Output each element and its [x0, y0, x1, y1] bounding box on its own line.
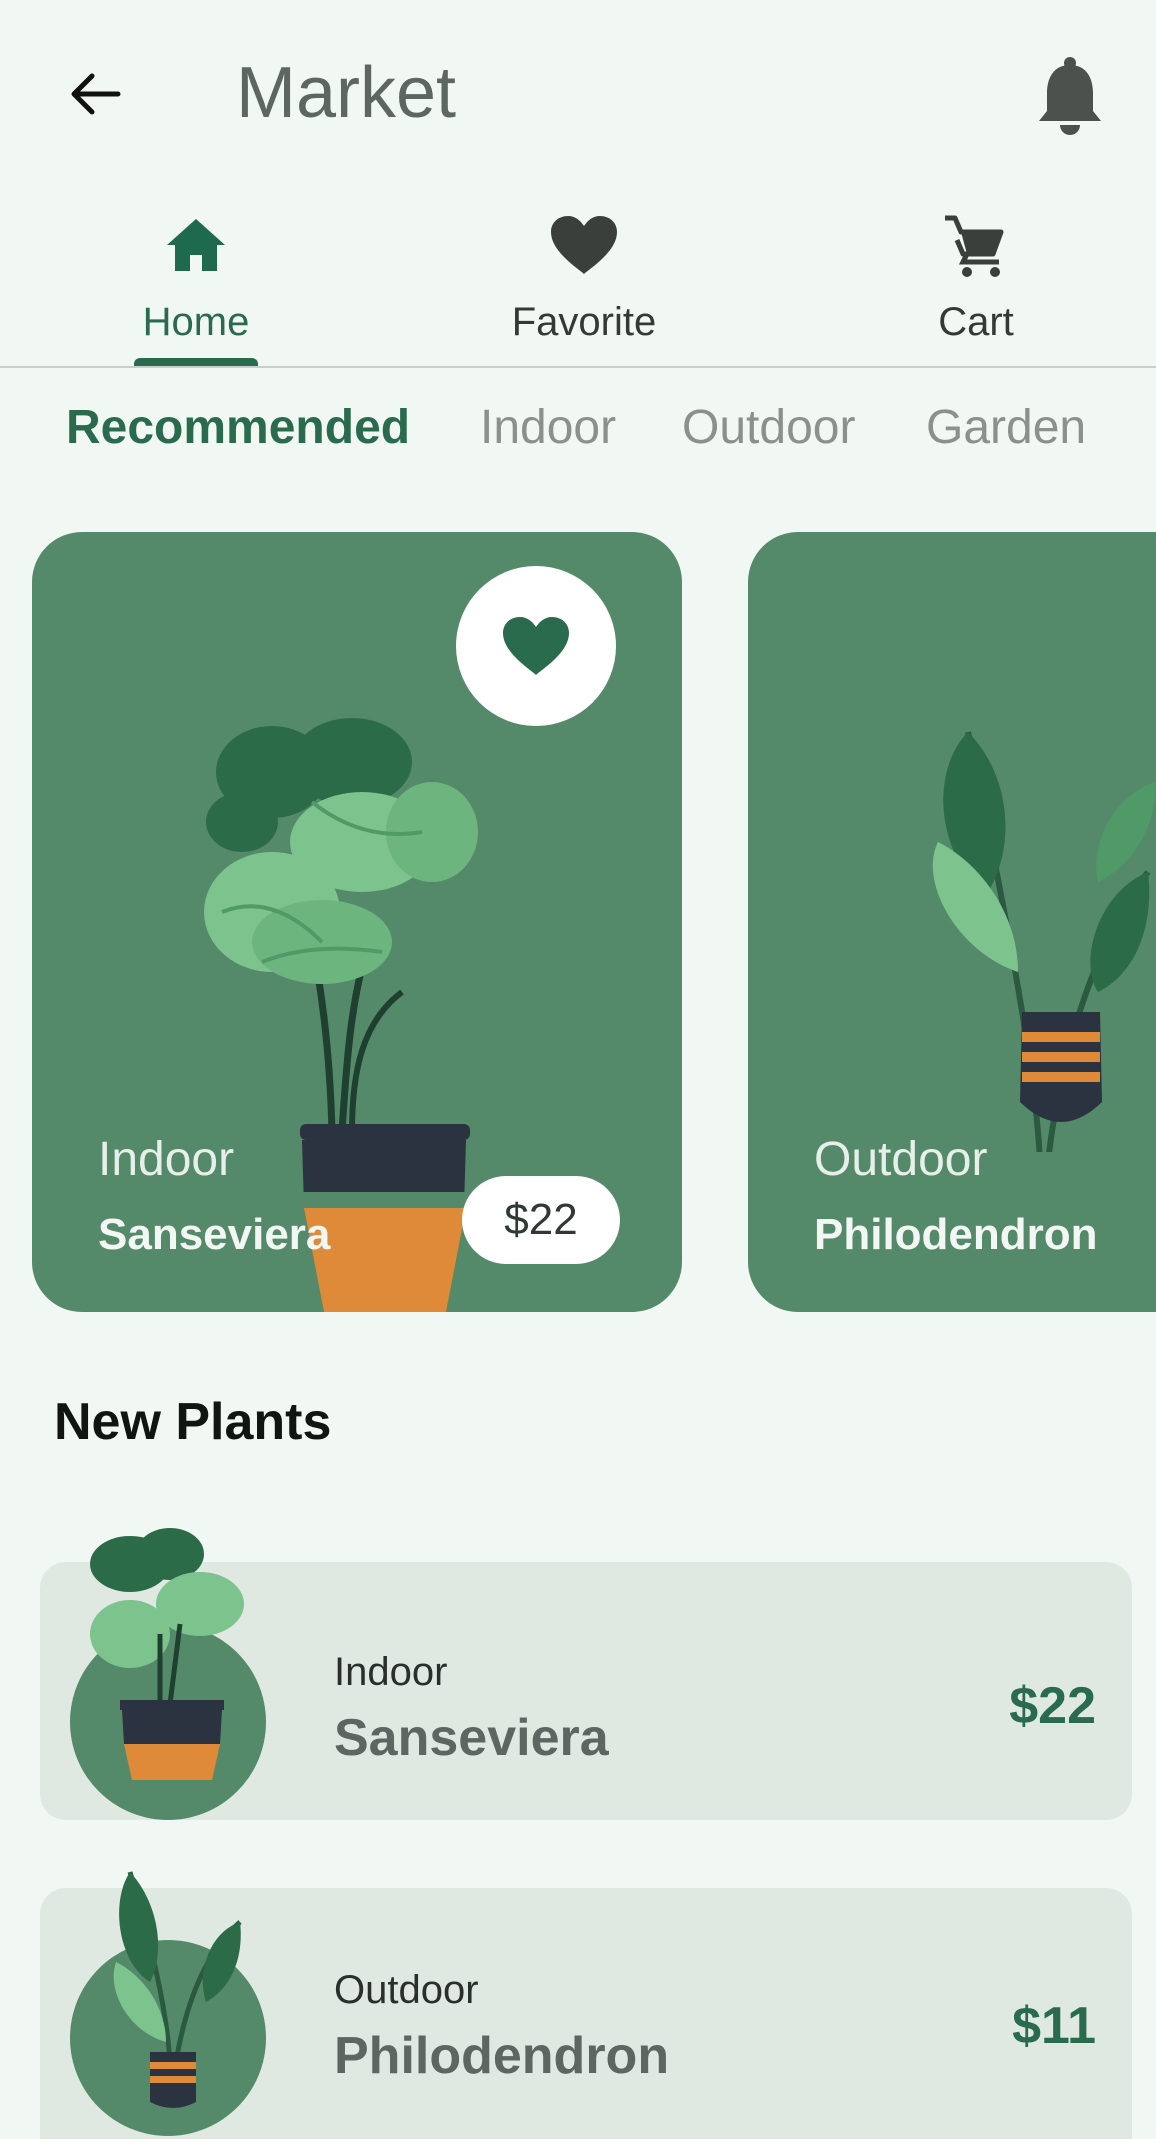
- category-outdoor[interactable]: Outdoor: [682, 400, 855, 455]
- card-price-badge: $22: [462, 1176, 620, 1264]
- plant-list-item[interactable]: Indoor Sanseviera $22: [40, 1528, 1132, 1820]
- list-item-category: Outdoor: [334, 1968, 479, 2012]
- list-item-category: Indoor: [334, 1650, 448, 1694]
- section-title-new-plants: New Plants: [54, 1393, 332, 1451]
- list-item-price: $11: [1012, 1997, 1096, 2055]
- list-item-name: Philodendron: [334, 2027, 670, 2085]
- card-plant-name: Philodendron: [814, 1210, 1098, 1259]
- striped-pot: [1020, 1012, 1102, 1122]
- card-category: Outdoor: [814, 1133, 988, 1186]
- tabs-divider: [0, 366, 1156, 368]
- heart-icon: [551, 216, 617, 274]
- card-plant-name: Sanseviera: [98, 1210, 331, 1259]
- tab-favorite-label: Favorite: [511, 300, 657, 344]
- arrow-left-icon: [71, 73, 121, 115]
- plant-illustration: [204, 718, 478, 1192]
- list-item-price: $22: [1009, 1677, 1096, 1735]
- category-recommended[interactable]: Recommended: [66, 400, 410, 455]
- plant-list-item[interactable]: Outdoor Philodendron $11: [40, 1871, 1132, 2139]
- plant-thumbnail-illustration: [90, 1528, 244, 1780]
- featured-card[interactable]: Outdoor Philodendron: [748, 532, 1156, 1312]
- tab-home[interactable]: Home: [76, 200, 316, 364]
- page-title: Market: [236, 53, 457, 133]
- tab-favorite[interactable]: Favorite: [464, 200, 704, 364]
- category-indoor[interactable]: Indoor: [480, 400, 616, 455]
- cart-icon: [945, 215, 1004, 277]
- featured-card[interactable]: Indoor Sanseviera $22: [32, 532, 682, 1312]
- tab-cart[interactable]: Cart: [856, 200, 1096, 364]
- category-garden[interactable]: Garden: [926, 400, 1086, 455]
- tab-home-label: Home: [142, 300, 250, 344]
- heart-icon: [503, 617, 569, 675]
- home-icon: [167, 219, 225, 271]
- notification-button[interactable]: [1030, 54, 1110, 138]
- back-button[interactable]: [58, 58, 130, 130]
- bell-icon: [1039, 57, 1101, 135]
- card-category: Indoor: [98, 1133, 235, 1186]
- plant-thumbnail-illustration: [113, 1871, 242, 2108]
- tab-cart-label: Cart: [938, 300, 1014, 344]
- list-item-name: Sanseviera: [334, 1709, 609, 1767]
